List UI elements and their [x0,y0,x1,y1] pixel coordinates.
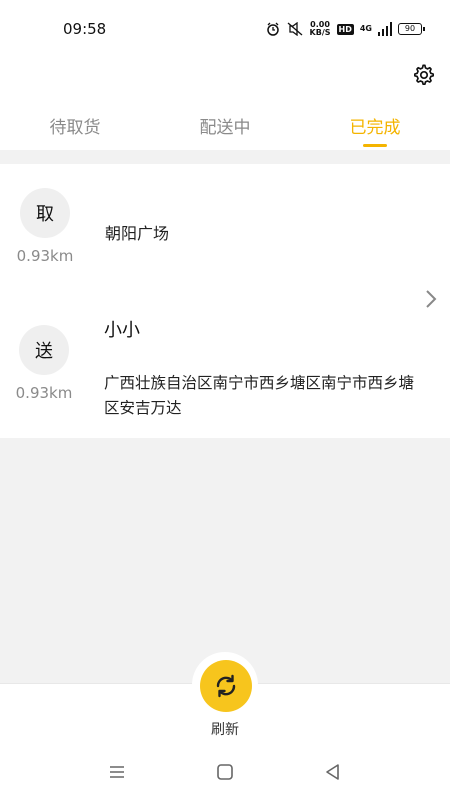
refresh-button[interactable] [200,660,252,712]
home-icon[interactable] [216,763,234,781]
settings-button[interactable] [412,63,436,87]
pickup-distance: 0.93km [16,247,74,265]
tab-delivering[interactable]: 配送中 [150,113,300,150]
back-icon[interactable] [324,763,342,781]
menu-icon[interactable] [108,763,126,781]
hd-badge: HD [336,23,354,35]
header: 待取货 配送中 已完成 [0,58,450,150]
delivery-distance: 0.93km [15,384,73,402]
status-bar: 09:58 0.00 KB/S HD 4G 90 [0,0,450,58]
tab-bar: 待取货 配送中 已完成 [0,113,450,150]
system-nav-bar [0,755,450,790]
pickup-location-name: 朝阳广场 [105,224,170,243]
refresh-label[interactable]: 刷新 [0,719,450,739]
delivery-address: 广西壮族自治区南宁市西乡塘区南宁市西乡塘区安吉万达 [104,374,415,417]
tab-completed[interactable]: 已完成 [300,113,450,150]
status-time: 09:58 [63,20,107,38]
network-type: 4G [359,24,372,33]
status-icons: 0.00 KB/S HD 4G 90 [266,20,425,38]
mute-icon [287,22,302,36]
signal-icon [378,22,392,36]
net-speed-unit: KB/S [309,28,331,37]
chevron-right-icon[interactable] [424,288,438,310]
refresh-icon [216,674,236,698]
recipient-name: 小小 [104,320,140,341]
gear-icon [414,64,434,85]
pickup-badge: 取 [20,188,70,238]
net-speed: 0.00 KB/S [310,21,331,37]
delivery-badge: 送 [19,325,69,375]
tab-pending-pickup[interactable]: 待取货 [0,113,150,150]
battery-icon: 90 [398,23,425,35]
order-card[interactable]: 取 0.93km 朝阳广场 送 0.93km 小小 广西壮族自治区南宁市西乡塘区… [0,164,450,438]
alarm-icon [266,22,279,36]
